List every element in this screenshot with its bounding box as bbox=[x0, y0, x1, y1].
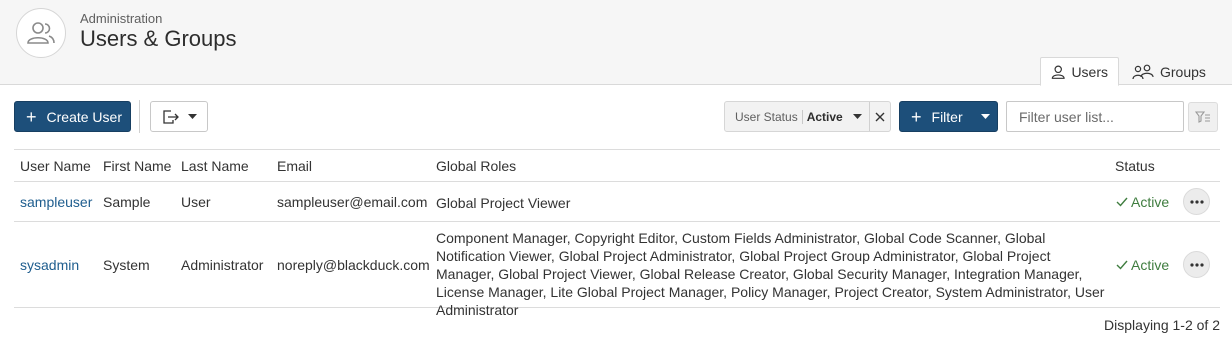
column-header-user-name[interactable]: User Name bbox=[20, 158, 91, 174]
email-cell: sampleuser@email.com bbox=[277, 194, 428, 210]
column-header-status[interactable]: Status bbox=[1115, 158, 1155, 174]
column-header-email[interactable]: Email bbox=[277, 158, 312, 174]
more-horizontal-icon bbox=[1189, 199, 1204, 204]
create-user-label: Create User bbox=[46, 108, 122, 125]
breadcrumb[interactable]: Administration bbox=[80, 11, 162, 26]
page-title: Users & Groups bbox=[80, 26, 237, 51]
filter-list-icon bbox=[1195, 111, 1210, 123]
last-name-cell: Administrator bbox=[181, 257, 264, 273]
export-button[interactable] bbox=[150, 101, 208, 132]
create-user-button[interactable]: + Create User bbox=[14, 101, 131, 132]
tab-label: Users bbox=[1071, 63, 1108, 80]
column-header-global-roles[interactable]: Global Roles bbox=[436, 158, 516, 174]
users-table: User Name First Name Last Name Email Glo… bbox=[14, 149, 1220, 318]
plus-icon: + bbox=[26, 106, 37, 127]
group-icon bbox=[1132, 64, 1154, 79]
toolbar-divider bbox=[139, 100, 140, 133]
tab-label: Groups bbox=[1160, 63, 1206, 80]
clear-filter-button[interactable] bbox=[869, 102, 890, 131]
checkmark-icon bbox=[1116, 197, 1128, 207]
filter-options-button[interactable] bbox=[1188, 102, 1218, 132]
caret-down-icon bbox=[980, 113, 990, 119]
status-badge: Active bbox=[1116, 257, 1169, 273]
tab-groups[interactable]: Groups bbox=[1122, 57, 1222, 86]
filter-button[interactable]: + Filter bbox=[899, 101, 998, 132]
export-icon bbox=[162, 109, 179, 124]
user-name-link[interactable]: sampleuser bbox=[20, 194, 92, 210]
last-name-cell: User bbox=[181, 194, 211, 210]
table-row: sampleuser Sample User sampleuser@email.… bbox=[14, 182, 1220, 222]
user-search-input[interactable] bbox=[1006, 101, 1184, 132]
status-filter-label: User Status bbox=[725, 109, 803, 124]
tab-users[interactable]: Users bbox=[1040, 57, 1119, 86]
column-header-last-name[interactable]: Last Name bbox=[181, 158, 249, 174]
checkmark-icon bbox=[1116, 260, 1128, 270]
more-horizontal-icon bbox=[1189, 262, 1204, 267]
global-roles-cell: Global Project Viewer bbox=[436, 195, 571, 211]
status-text: Active bbox=[1131, 194, 1170, 210]
pagination-summary: Displaying 1-2 of 2 bbox=[1104, 317, 1220, 333]
plus-icon: + bbox=[911, 106, 922, 127]
filter-label: Filter bbox=[931, 108, 963, 125]
caret-down-icon bbox=[852, 113, 862, 119]
table-header: User Name First Name Last Name Email Glo… bbox=[14, 150, 1220, 182]
user-status-filter[interactable]: User Status Active bbox=[724, 101, 891, 132]
status-text: Active bbox=[1131, 257, 1170, 273]
table-row: sysadmin System Administrator noreply@bl… bbox=[14, 222, 1220, 318]
email-cell: noreply@blackduck.com bbox=[277, 257, 430, 273]
column-header-first-name[interactable]: First Name bbox=[103, 158, 171, 174]
user-icon bbox=[1051, 65, 1065, 79]
page-header: Administration Users & Groups Users Grou… bbox=[0, 0, 1232, 86]
first-name-cell: System bbox=[103, 257, 150, 273]
status-badge: Active bbox=[1116, 194, 1169, 210]
users-icon bbox=[16, 8, 66, 58]
first-name-cell: Sample bbox=[103, 194, 151, 210]
row-actions-button[interactable] bbox=[1183, 251, 1210, 278]
caret-down-icon bbox=[187, 113, 197, 119]
global-roles-cell: Component Manager, Copyright Editor, Cus… bbox=[436, 230, 1105, 318]
user-name-link[interactable]: sysadmin bbox=[20, 257, 79, 273]
row-actions-button[interactable] bbox=[1183, 188, 1210, 215]
status-filter-value: Active bbox=[806, 109, 843, 124]
close-icon bbox=[875, 112, 885, 121]
